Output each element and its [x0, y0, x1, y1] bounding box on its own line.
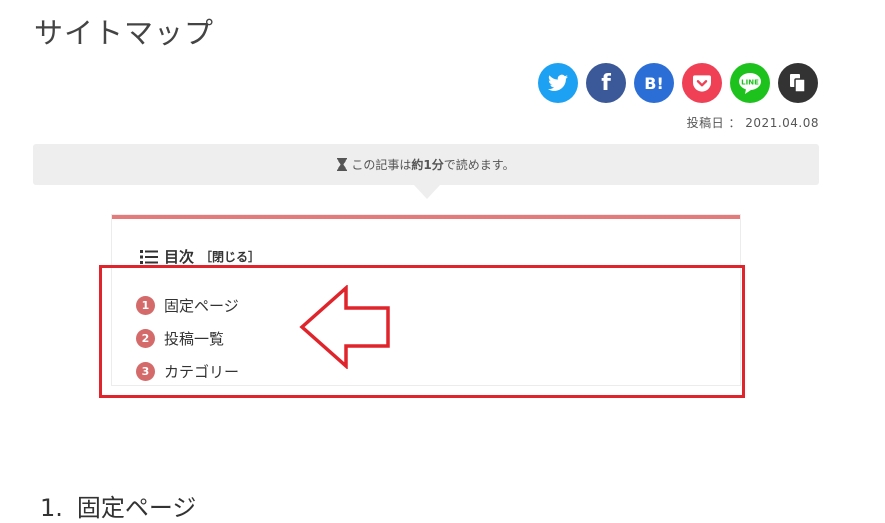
reading-suffix: で読めます。 [443, 158, 515, 172]
share-pocket-button[interactable] [682, 63, 722, 103]
reading-time-box: この記事は 約1分 で読めます。 [33, 144, 819, 185]
section-number: 1. [40, 494, 63, 522]
annotation-arrow-icon [299, 285, 390, 369]
line-icon: LINE [739, 73, 761, 94]
page-title: サイトマップ [34, 16, 215, 50]
share-buttons: f B! LINE [538, 63, 821, 105]
share-line-button[interactable]: LINE [730, 63, 770, 103]
section-heading: 1. 固定ページ [40, 488, 196, 523]
facebook-f-icon: f [601, 70, 611, 96]
toc-toggle[interactable]: ［閉じる］ [200, 248, 260, 265]
hatena-bookmark-icon: B! [644, 73, 664, 93]
reading-prefix: この記事は [351, 158, 412, 172]
annotation-highlight-box [99, 265, 745, 398]
hourglass-icon [337, 158, 348, 171]
speech-pointer [414, 185, 440, 199]
copy-icon [790, 73, 806, 93]
share-hatena-button[interactable]: B! [634, 63, 674, 103]
toc-header: 目次 ［閉じる］ [140, 246, 260, 267]
share-facebook-button[interactable]: f [586, 63, 626, 103]
share-twitter-button[interactable] [538, 63, 578, 103]
reading-time: 約1分 [411, 158, 444, 172]
pocket-icon [693, 74, 711, 92]
list-icon [140, 249, 158, 264]
post-date: 投稿日 ： 2021.04.08 [686, 116, 819, 130]
svg-text:LINE: LINE [741, 79, 759, 87]
section-heading-text: 固定ページ [76, 494, 197, 522]
toc-title: 目次 [164, 248, 195, 266]
share-copy-button[interactable] [778, 63, 818, 103]
twitter-bird-icon [548, 74, 568, 91]
